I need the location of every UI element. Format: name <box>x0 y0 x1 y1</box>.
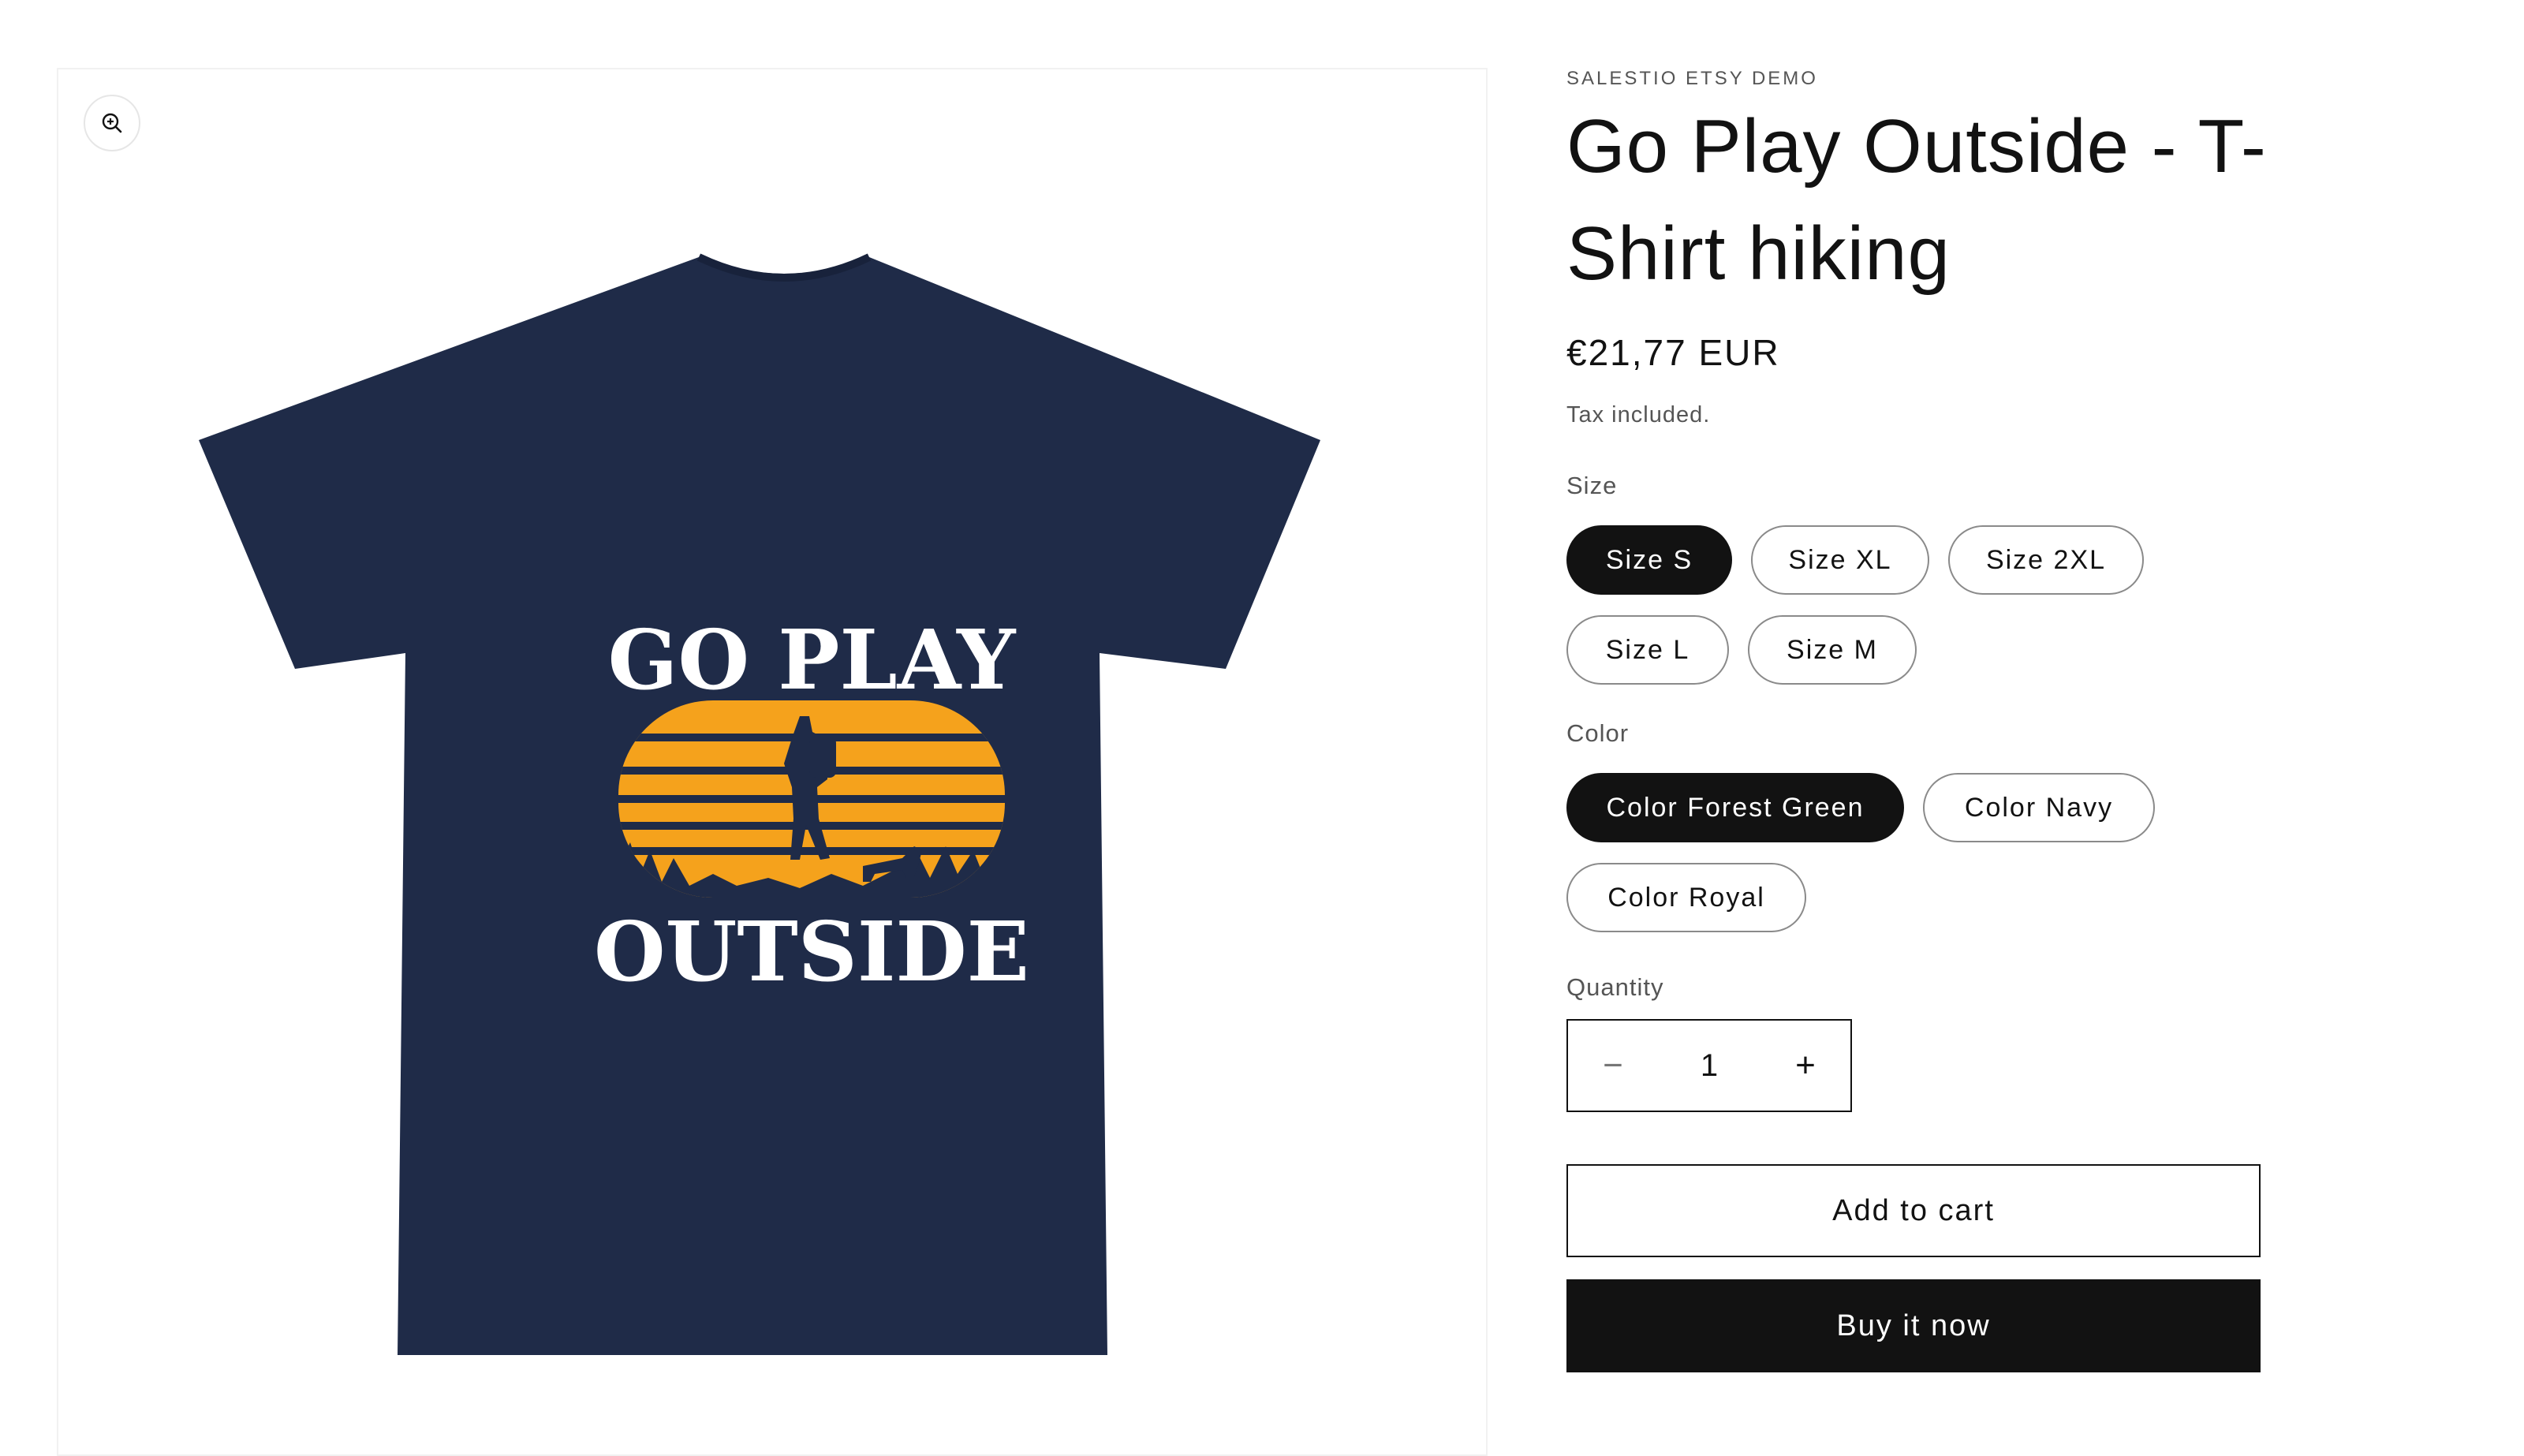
buy-now-button[interactable]: Buy it now <box>1566 1279 2261 1372</box>
size-option-xl[interactable]: Size XL <box>1751 525 1929 595</box>
minus-icon: − <box>1603 1046 1623 1085</box>
size-option-m[interactable]: Size M <box>1748 615 1917 685</box>
plus-icon: + <box>1795 1046 1816 1085</box>
quantity-decrease-button[interactable]: − <box>1568 1021 1658 1111</box>
quantity-label: Quantity <box>1566 973 1664 1001</box>
tax-note: Tax included. <box>1566 402 1711 427</box>
product-price: €21,77 EUR <box>1566 332 1780 373</box>
color-option-forest-green[interactable]: Color Forest Green <box>1566 773 1904 842</box>
vendor-label: SALESTIO ETSY DEMO <box>1566 68 1818 89</box>
print-text-line1: GO PLAY <box>608 611 1017 708</box>
print-graphic <box>618 700 1005 898</box>
print-text-line2: OUTSIDE <box>594 903 1029 1000</box>
product-gallery: GO PLAY OUTSIDE <box>57 68 1488 1456</box>
add-to-cart-button[interactable]: Add to cart <box>1566 1164 2261 1257</box>
color-option-navy[interactable]: Color Navy <box>1923 773 2155 842</box>
size-option-2xl[interactable]: Size 2XL <box>1948 525 2144 595</box>
size-option-s[interactable]: Size S <box>1566 525 1732 595</box>
size-option-l[interactable]: Size L <box>1566 615 1729 685</box>
color-label: Color <box>1566 719 1630 747</box>
zoom-in-icon <box>102 113 122 133</box>
product-image[interactable]: GO PLAY OUTSIDE <box>169 243 1399 1379</box>
color-option-royal[interactable]: Color Royal <box>1566 863 1806 932</box>
quantity-increase-button[interactable]: + <box>1760 1021 1850 1111</box>
size-label: Size <box>1566 472 1618 499</box>
quantity-stepper: − + <box>1566 1019 1852 1112</box>
product-title: Go Play Outside - T-Shirt hiking <box>1566 104 2267 296</box>
zoom-button[interactable] <box>84 95 140 151</box>
quantity-input[interactable] <box>1658 1020 1760 1111</box>
